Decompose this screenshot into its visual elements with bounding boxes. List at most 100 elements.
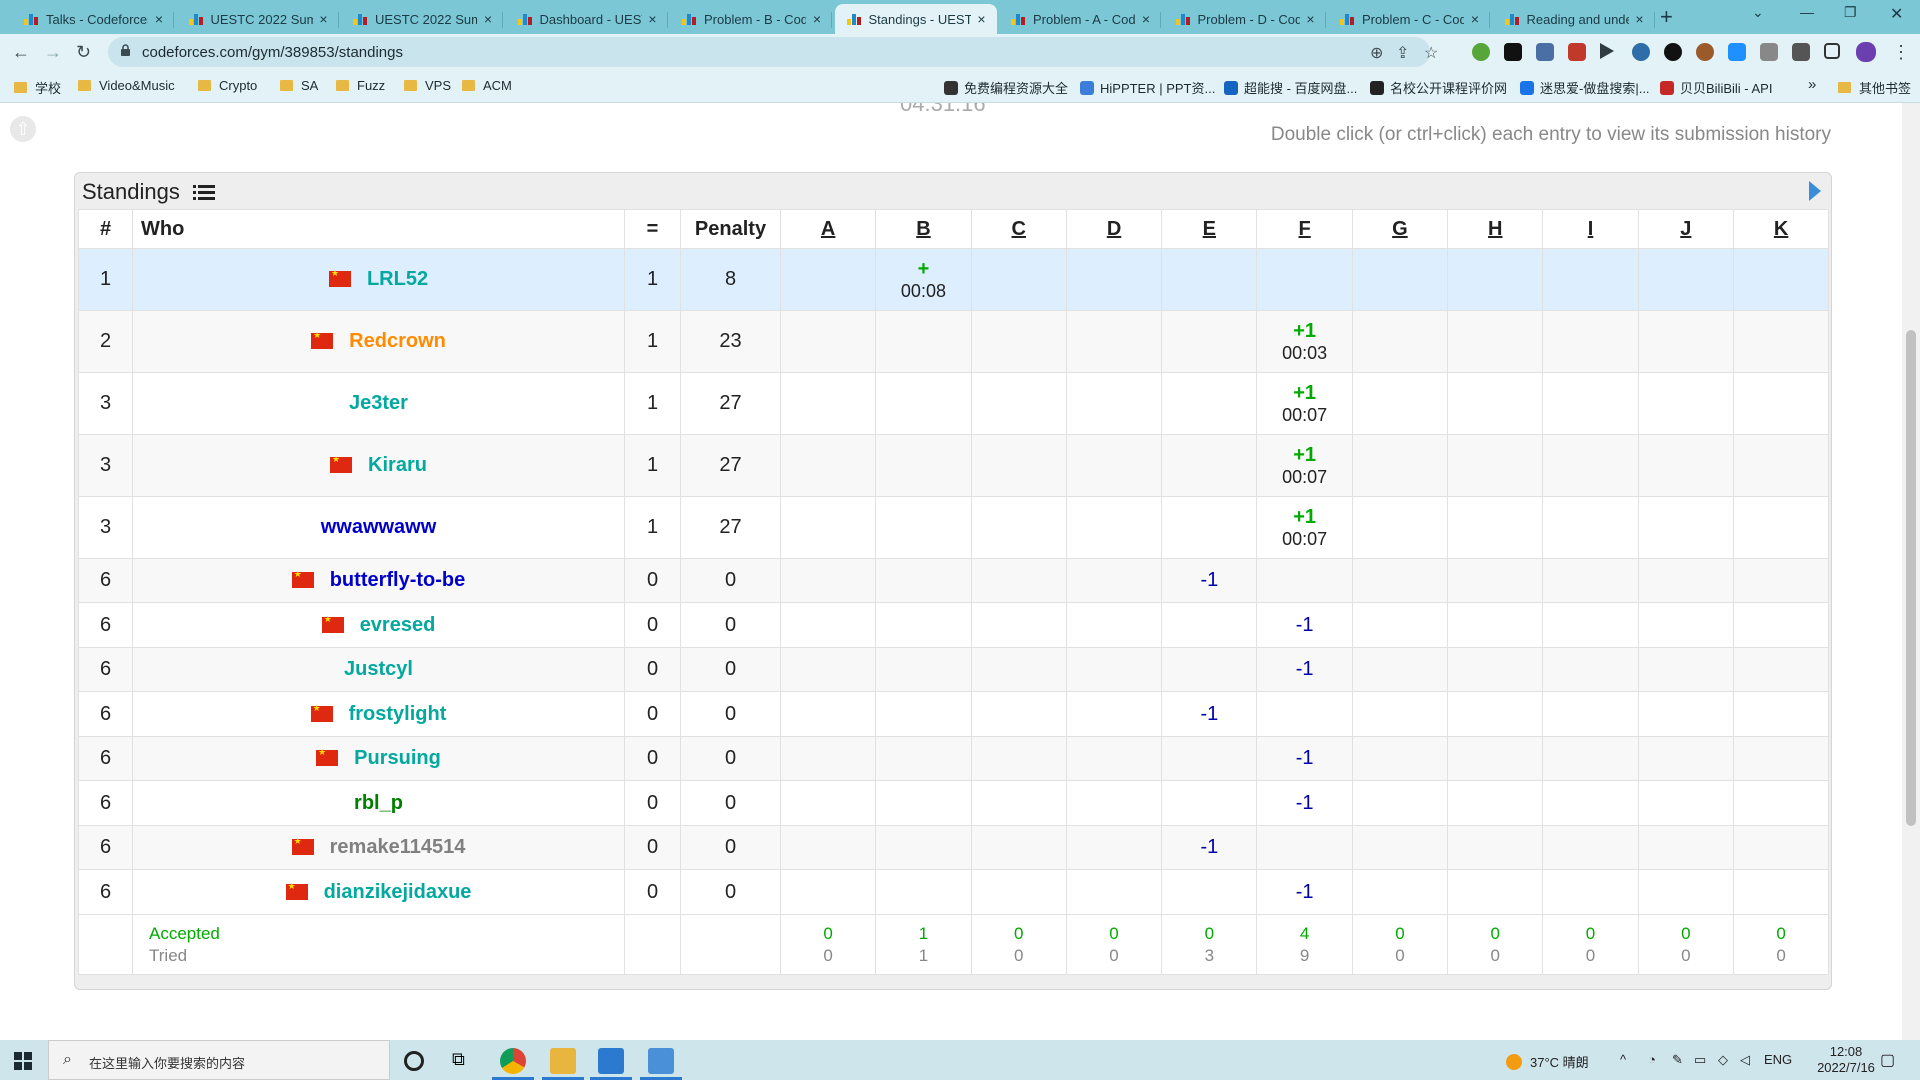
problem-cell[interactable] (1637, 780, 1734, 826)
problem-cell[interactable] (1065, 310, 1163, 373)
problem-cell[interactable] (1351, 372, 1449, 435)
problem-cell[interactable] (1542, 434, 1639, 497)
scrollbar-thumb[interactable] (1906, 330, 1916, 826)
menu-icon[interactable]: ⋮ (1892, 42, 1910, 63)
user-handle-link[interactable]: Justcyl (344, 658, 413, 680)
problem-cell[interactable] (875, 434, 972, 497)
standings-row[interactable]: 6 frostylight 00 -1 (78, 691, 1830, 737)
scroll-up-icon[interactable]: ⇧ (10, 116, 36, 142)
user-handle-link[interactable]: Pursuing (354, 747, 441, 769)
problem-cell[interactable]: -1 (1161, 825, 1258, 870)
close-tab-icon[interactable]: × (152, 11, 166, 27)
problem-cell[interactable] (875, 496, 972, 559)
bookmark-item[interactable]: SA (280, 78, 318, 93)
problem-j-link[interactable]: J (1637, 209, 1734, 249)
problem-d-link[interactable]: D (1065, 209, 1163, 249)
problem-cell[interactable] (970, 736, 1067, 781)
battery-icon[interactable]: ▭ (1694, 1052, 1706, 1068)
problem-cell[interactable] (1351, 602, 1449, 648)
problem-cell[interactable] (1351, 434, 1449, 497)
network-icon[interactable]: ◔ (1648, 1052, 1656, 1067)
sidebar-icon[interactable] (1824, 43, 1840, 59)
problem-cell[interactable] (970, 825, 1067, 870)
problem-cell[interactable]: -1 (1256, 647, 1353, 692)
address-bar[interactable]: codeforces.com/gym/389853/standings ⊕ ⇪ … (108, 37, 1438, 67)
problem-cell[interactable] (1732, 602, 1830, 648)
profile-avatar[interactable] (1856, 42, 1876, 62)
standings-row[interactable]: 3 Je3ter 1 27 +1 00:07 (78, 372, 1830, 435)
problem-cell[interactable]: -1 (1161, 691, 1258, 737)
problem-cell[interactable] (875, 869, 972, 915)
vscode-icon[interactable] (598, 1048, 624, 1074)
problem-a-link[interactable]: A (779, 209, 877, 249)
bookmark-item[interactable]: VPS (404, 78, 451, 93)
problem-cell[interactable] (1161, 736, 1258, 781)
cortana-icon[interactable] (404, 1051, 424, 1071)
weather-widget[interactable]: 37°C 晴朗 (1506, 1052, 1589, 1071)
problem-c-link[interactable]: C (970, 209, 1067, 249)
browser-tab[interactable]: UESTC 2022 Summer× (177, 4, 339, 34)
problem-cell[interactable] (1161, 372, 1258, 435)
file-explorer-icon[interactable] (550, 1048, 576, 1074)
problem-cell[interactable] (1542, 248, 1639, 311)
problem-cell[interactable] (1447, 825, 1544, 870)
bookmark-item[interactable]: HiPPTER | PPT资... (1080, 78, 1215, 97)
problem-g-link[interactable]: G (1351, 209, 1449, 249)
problem-cell[interactable] (779, 558, 877, 603)
problem-cell[interactable] (1447, 736, 1544, 781)
problem-cell[interactable] (1542, 869, 1639, 915)
problem-cell[interactable] (1065, 434, 1163, 497)
problem-cell[interactable] (970, 691, 1067, 737)
problem-cell[interactable] (970, 558, 1067, 603)
problem-cell[interactable] (779, 647, 877, 692)
user-handle-link[interactable]: Kiraru (368, 454, 427, 476)
problem-cell[interactable]: -1 (1256, 869, 1353, 915)
problem-cell[interactable] (1542, 496, 1639, 559)
problem-cell[interactable] (970, 248, 1067, 311)
problem-cell[interactable] (779, 825, 877, 870)
maximize-button[interactable]: ❐ (1844, 4, 1857, 21)
problem-cell[interactable] (1732, 248, 1830, 311)
problem-cell[interactable] (1447, 372, 1544, 435)
problem-cell[interactable] (779, 602, 877, 648)
problem-cell[interactable] (1637, 496, 1734, 559)
standings-row[interactable]: 6 dianzikejidaxue 00 -1 (78, 869, 1830, 915)
user-handle-link[interactable]: frostylight (349, 703, 447, 725)
user-handle-link[interactable]: Je3ter (349, 392, 408, 414)
problem-cell[interactable]: +1 00:07 (1256, 496, 1353, 559)
problem-cell[interactable] (1256, 248, 1353, 311)
problem-cell[interactable] (875, 372, 972, 435)
user-handle-link[interactable]: LRL52 (367, 268, 428, 290)
problem-cell[interactable] (1637, 736, 1734, 781)
volume-icon[interactable]: ◁ (1740, 1052, 1750, 1068)
problem-cell[interactable] (1732, 558, 1830, 603)
problem-cell[interactable] (1065, 825, 1163, 870)
problem-cell[interactable] (1065, 496, 1163, 559)
bookmark-item[interactable]: 迷思爱-做盘搜索|... (1520, 78, 1650, 97)
problem-cell[interactable] (875, 691, 972, 737)
minimize-button[interactable]: — (1800, 4, 1814, 20)
user-handle-link[interactable]: Redcrown (349, 330, 446, 352)
problem-cell[interactable] (1637, 248, 1734, 311)
problem-cell[interactable] (779, 310, 877, 373)
problem-cell[interactable] (1065, 780, 1163, 826)
problem-f-link[interactable]: F (1256, 209, 1353, 249)
user-handle-link[interactable]: wwawwaww (321, 516, 437, 538)
problem-cell[interactable] (1447, 496, 1544, 559)
problem-cell[interactable] (1542, 372, 1639, 435)
problem-cell[interactable] (1542, 647, 1639, 692)
problem-cell[interactable] (779, 691, 877, 737)
close-tab-icon[interactable]: × (1304, 11, 1318, 27)
puzzle-icon[interactable] (1792, 43, 1810, 61)
problem-h-link[interactable]: H (1447, 209, 1544, 249)
problem-cell[interactable] (1637, 558, 1734, 603)
problem-cell[interactable] (1065, 869, 1163, 915)
reload-button[interactable]: ↻ (76, 42, 91, 63)
close-tab-icon[interactable]: × (1468, 11, 1482, 27)
back-button[interactable]: ← (12, 42, 30, 63)
problem-cell[interactable] (875, 825, 972, 870)
standings-row[interactable]: 6 evresed 00 -1 (78, 602, 1830, 648)
problem-b-link[interactable]: B (875, 209, 972, 249)
standings-row[interactable]: 6 Pursuing 00 -1 (78, 736, 1830, 781)
tab-search-icon[interactable]: ⌄ (1752, 4, 1764, 21)
